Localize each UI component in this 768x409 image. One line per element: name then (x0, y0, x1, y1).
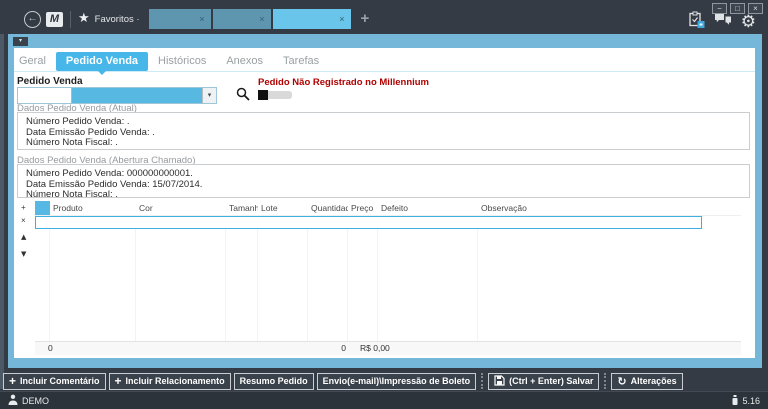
total-rows: 0 (48, 342, 53, 355)
col-quantidade[interactable]: Quantidade (308, 201, 348, 215)
incluir-relacionamento-button[interactable]: + Incluir Relacionamento (109, 373, 231, 390)
close-tab-icon[interactable]: × (199, 15, 204, 24)
pedido-venda-combo: ▾ (17, 87, 217, 104)
back-icon[interactable]: ← (24, 11, 41, 28)
status-bar: DEMO 5.16 (0, 391, 768, 409)
col-observacao[interactable]: Observação (478, 201, 741, 215)
col-tamanho[interactable]: Tamanho (226, 201, 258, 215)
tab-historicos[interactable]: Históricos (148, 52, 216, 71)
data-emissao-abertura: Data Emissão Pedido Venda: 15/07/2014. (26, 180, 749, 191)
numero-nota-abertura: Número Nota Fiscal: . (26, 190, 749, 201)
toolbar-divider (70, 11, 71, 28)
numero-pedido-abertura: Número Pedido Venda: 000000000001. (26, 169, 749, 180)
col-lote[interactable]: Lote (258, 201, 308, 215)
combo-dropdown-icon[interactable]: ▾ (202, 88, 216, 103)
toggle-track (268, 91, 292, 99)
window-left-edge (0, 34, 4, 389)
incluir-comentario-button[interactable]: + Incluir Comentário (3, 373, 106, 390)
pedido-venda-field-label: Pedido Venda (17, 76, 83, 87)
app-tab-1[interactable]: × (149, 9, 211, 29)
grid-totals-row: 0 0 R$ 0,00 (35, 341, 741, 355)
app-tab-strip: × × × (149, 9, 351, 29)
button-label: Envio(e-mail)\Impressão de Boleto (323, 376, 471, 386)
tab-pedido-venda[interactable]: Pedido Venda (56, 52, 148, 71)
envio-email-impressao-boleto-button[interactable]: Envio(e-mail)\Impressão de Boleto (317, 373, 477, 390)
move-row-down-button[interactable]: ▼ (19, 248, 33, 261)
version-icon (732, 395, 738, 407)
app-tab-3[interactable]: × (273, 9, 351, 29)
user-icon (8, 394, 18, 407)
frame-menu-button[interactable]: ▾ (13, 37, 28, 46)
content-tab-strip: Geral Pedido Venda Históricos Anexos Tar… (14, 51, 755, 72)
dados-abertura-box: Número Pedido Venda: 000000000001. Data … (17, 164, 750, 198)
title-bar: − □ × ← M ★ Favoritos · × × × + (0, 0, 768, 34)
pedido-venda-select[interactable] (72, 88, 202, 103)
col-cor[interactable]: Cor (136, 201, 226, 215)
add-row-button[interactable]: + (19, 201, 33, 214)
plus-icon: + (115, 375, 122, 387)
toolbar-separator (604, 373, 606, 389)
search-icon[interactable] (236, 87, 250, 101)
salvar-button[interactable]: (Ctrl + Enter) Salvar (488, 373, 599, 390)
selected-empty-row[interactable] (35, 216, 702, 229)
alteracoes-button[interactable]: ↻ Alterações (611, 373, 682, 390)
tasks-clipboard-icon[interactable] (688, 11, 705, 33)
pedido-venda-input[interactable] (18, 88, 72, 103)
settings-gear-icon[interactable]: ⚙ (741, 13, 756, 31)
millennium-logo[interactable]: M (46, 12, 63, 27)
items-grid: + × ▲ ▼ Produto Cor Tamanho Lote Quantid… (19, 201, 741, 355)
history-icon: ↻ (617, 376, 626, 387)
close-tab-icon[interactable]: × (339, 15, 344, 24)
grid-header-row: Produto Cor Tamanho Lote Quantidade Preç… (35, 201, 741, 216)
col-defeito[interactable]: Defeito (378, 201, 478, 215)
button-label: Incluir Relacionamento (126, 376, 225, 386)
delete-row-button[interactable]: × (19, 214, 33, 227)
button-label: (Ctrl + Enter) Salvar (509, 376, 593, 386)
title-bar-actions: ⚙ (688, 11, 756, 33)
chat-icon[interactable] (714, 13, 732, 32)
app-toolbar: ← M ★ Favoritos · × × × + (24, 9, 369, 29)
pedido-venda-panel: Geral Pedido Venda Históricos Anexos Tar… (14, 48, 755, 358)
numero-nota-atual: Número Nota Fiscal: . (26, 138, 749, 149)
grid-row-actions: + × ▲ ▼ (19, 201, 35, 355)
col-preco[interactable]: Preço (348, 201, 378, 215)
new-tab-button[interactable]: + (361, 10, 370, 28)
total-quantidade: 0 (318, 342, 346, 355)
resumo-pedido-button[interactable]: Resumo Pedido (234, 373, 314, 390)
button-label: Resumo Pedido (240, 376, 308, 386)
save-icon (494, 375, 505, 388)
dados-atual-box: Número Pedido Venda: . Data Emissão Pedi… (17, 112, 750, 150)
favorites-star-icon[interactable]: ★ (78, 11, 90, 27)
numero-pedido-atual: Número Pedido Venda: . (26, 117, 749, 128)
username-label: DEMO (22, 396, 49, 406)
tab-tarefas[interactable]: Tarefas (273, 52, 329, 71)
button-label: Incluir Comentário (20, 376, 100, 386)
millennium-warning-label: Pedido Não Registrado no Millennium (258, 77, 429, 88)
col-produto[interactable]: Produto (50, 201, 136, 215)
plus-icon: + (9, 375, 16, 387)
version-label: 5.16 (742, 396, 760, 406)
tab-anexos[interactable]: Anexos (216, 52, 273, 71)
tab-geral[interactable]: Geral (14, 52, 56, 71)
footer-toolbar: + Incluir Comentário + Incluir Relaciona… (0, 371, 768, 391)
toolbar-separator (481, 373, 483, 389)
registro-millennium-toggle[interactable] (258, 90, 292, 100)
favorites-label[interactable]: Favoritos · (95, 14, 140, 25)
close-tab-icon[interactable]: × (259, 15, 264, 24)
data-emissao-atual: Data Emissão Pedido Venda: . (26, 128, 749, 139)
grid-body (35, 229, 741, 341)
app-tab-2[interactable]: × (213, 9, 271, 29)
move-row-up-button[interactable]: ▲ (19, 231, 33, 244)
row-indicator-header (35, 201, 50, 215)
total-preco: R$ 0,00 (360, 342, 390, 355)
content-frame: ▾ Geral Pedido Venda Históricos Anexos T… (8, 34, 762, 368)
grid-table: Produto Cor Tamanho Lote Quantidade Preç… (35, 201, 741, 355)
button-label: Alterações (631, 376, 677, 386)
toggle-knob[interactable] (258, 90, 268, 100)
